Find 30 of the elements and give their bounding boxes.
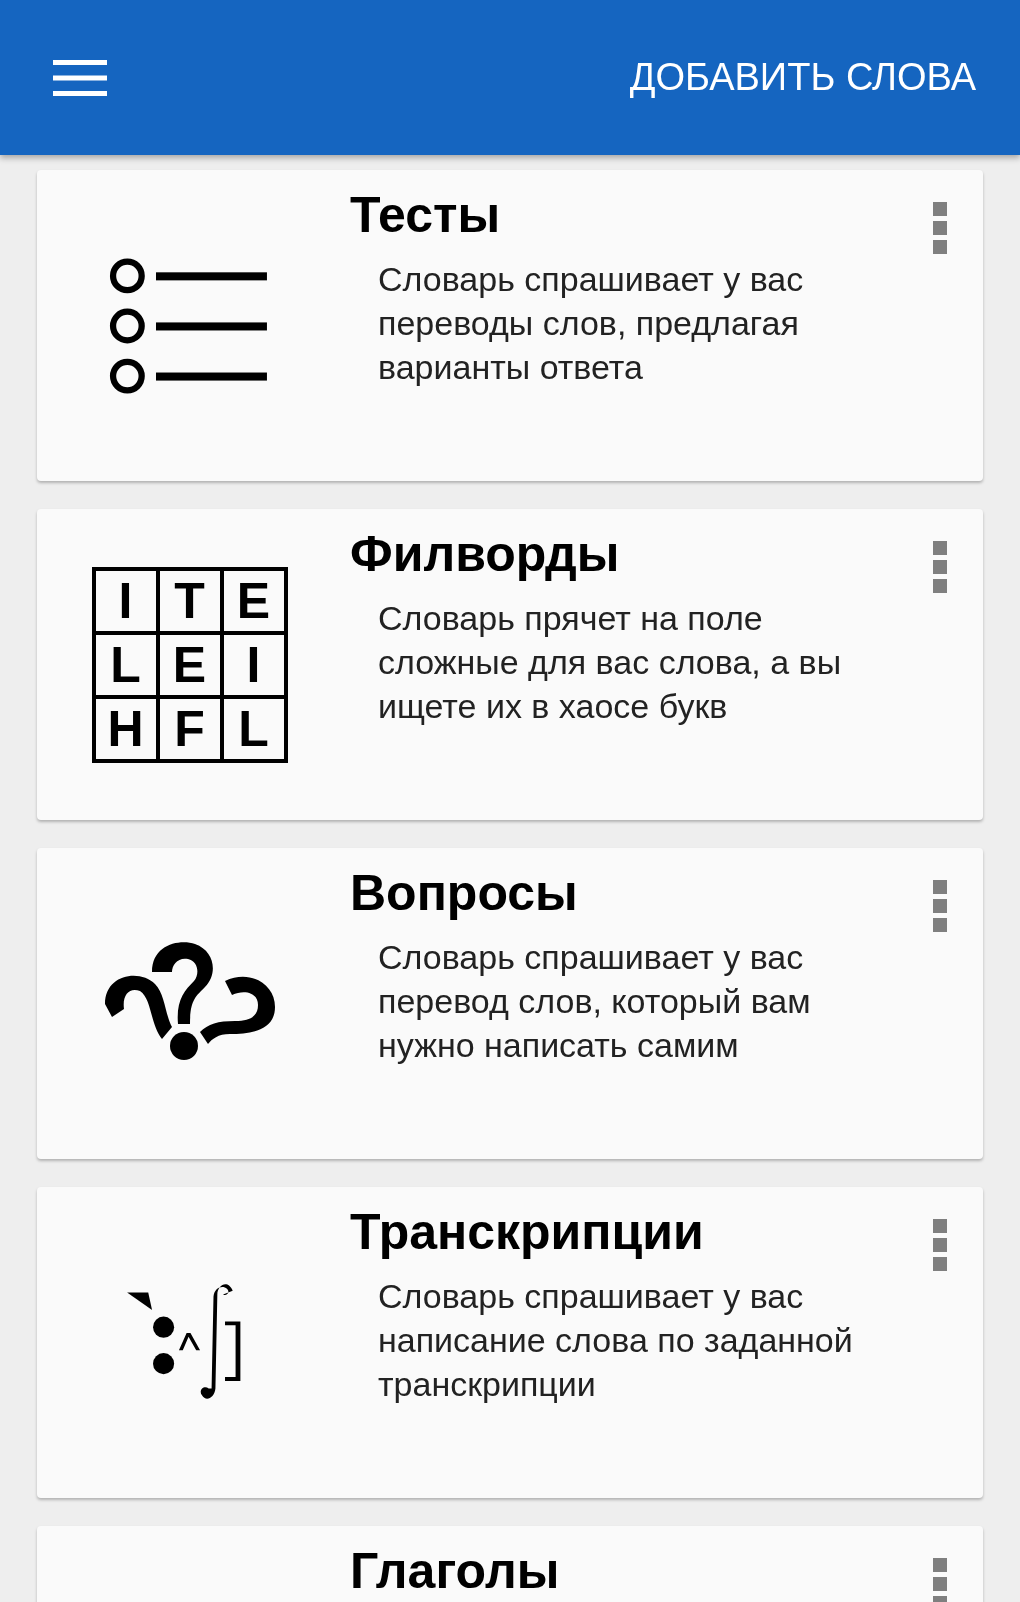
card-title: Тесты bbox=[350, 188, 501, 243]
card-title: Вопросы bbox=[350, 866, 578, 921]
grid-letter: F bbox=[157, 696, 222, 761]
card-background[interactable]: Транскрипции Словарь спрашивает у вас написание слова по заданной транскрипции bbox=[37, 1187, 983, 1498]
card-description: Словарь прячет на поле сложные для вас слова, а вы ищете их в хаосе букв bbox=[378, 598, 843, 727]
card-background[interactable]: Вопросы Словарь спрашивает у вас перевод слов, который вам нужно написать самим bbox=[37, 848, 983, 1159]
card-description: Словарь спрашивает у вас перевод слов, который вам нужно написать самим bbox=[378, 937, 812, 1066]
more-options-icon[interactable] bbox=[933, 880, 947, 932]
more-options-icon[interactable] bbox=[933, 202, 947, 254]
add-words-button[interactable]: ДОБАВИТЬ СЛОВА bbox=[629, 48, 976, 107]
grid-letter: I bbox=[221, 632, 286, 697]
more-options-icon[interactable] bbox=[933, 541, 947, 593]
card-title: Филворды bbox=[350, 527, 620, 582]
more-options-icon[interactable] bbox=[933, 1558, 947, 1602]
menu-icon[interactable] bbox=[53, 59, 107, 96]
card-background[interactable]: Тесты Словарь спрашивает у вас переводы слов, предлагая варианты ответа bbox=[37, 170, 983, 481]
grid-letter: L bbox=[221, 696, 286, 761]
grid-letter: E bbox=[157, 632, 222, 697]
grid-letter: E bbox=[221, 568, 286, 633]
grid-letter: L bbox=[93, 632, 158, 697]
grid-letter: I bbox=[93, 568, 158, 633]
card-description: Словарь спрашивает у вас переводы слов, предлагая варианты ответа bbox=[378, 259, 805, 388]
more-options-icon[interactable] bbox=[933, 1219, 947, 1271]
card-background[interactable]: I T E L E I H F L Филворды Словарь прячет на поле сложные для вас слова, а вы ищете их в хаосе букв bbox=[37, 509, 983, 820]
card-title: Глаголы bbox=[350, 1544, 560, 1599]
grid-letter: T bbox=[157, 568, 222, 633]
grid-letter: H bbox=[93, 696, 158, 761]
card-title: Транскрипции bbox=[350, 1205, 704, 1260]
card-background[interactable]: Глаголы bbox=[37, 1526, 983, 1602]
card-description: Словарь спрашивает у вас написание слова по заданной транскрипции bbox=[378, 1276, 854, 1405]
